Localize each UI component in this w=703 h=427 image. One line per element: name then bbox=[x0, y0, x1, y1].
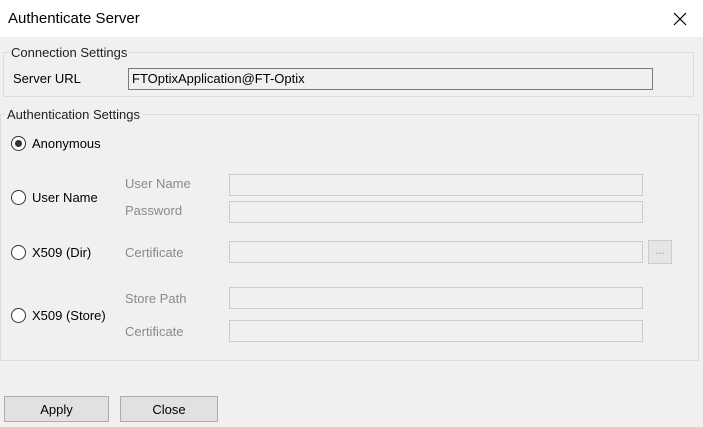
window-title: Authenticate Server bbox=[8, 10, 140, 27]
server-url-field[interactable]: FTOptixApplication@FT-Optix bbox=[128, 68, 653, 90]
authentication-settings-label: Authentication Settings bbox=[5, 107, 142, 122]
close-icon bbox=[673, 12, 687, 25]
authenticate-server-dialog: Authenticate Server Connection Settings … bbox=[0, 0, 703, 427]
anonymous-radio[interactable] bbox=[11, 136, 26, 151]
username-radio[interactable] bbox=[11, 190, 26, 205]
title-bar: Authenticate Server bbox=[0, 0, 703, 37]
close-button[interactable]: Close bbox=[120, 396, 218, 422]
server-url-label: Server URL bbox=[13, 71, 81, 86]
x509-store-radio-label[interactable]: X509 (Store) bbox=[32, 308, 106, 323]
user-name-input[interactable] bbox=[229, 174, 643, 196]
x509-store-radio[interactable] bbox=[11, 308, 26, 323]
anonymous-radio-label[interactable]: Anonymous bbox=[32, 136, 101, 151]
browse-certificate-button[interactable]: ... bbox=[648, 240, 672, 264]
password-field-label: Password bbox=[125, 203, 183, 218]
window-close-button[interactable] bbox=[657, 0, 703, 37]
apply-button[interactable]: Apply bbox=[4, 396, 109, 422]
x509-dir-radio-label[interactable]: X509 (Dir) bbox=[32, 245, 91, 260]
dir-certificate-label: Certificate bbox=[125, 245, 184, 260]
store-path-input[interactable] bbox=[229, 287, 643, 309]
x509-dir-radio[interactable] bbox=[11, 245, 26, 260]
store-certificate-input[interactable] bbox=[229, 320, 643, 342]
password-input[interactable] bbox=[229, 201, 643, 223]
connection-settings-label: Connection Settings bbox=[9, 45, 130, 60]
user-name-field-label: User Name bbox=[125, 176, 191, 191]
store-certificate-label: Certificate bbox=[125, 324, 184, 339]
username-radio-label[interactable]: User Name bbox=[32, 190, 98, 205]
dir-certificate-input[interactable] bbox=[229, 241, 643, 263]
store-path-label: Store Path bbox=[125, 291, 187, 306]
